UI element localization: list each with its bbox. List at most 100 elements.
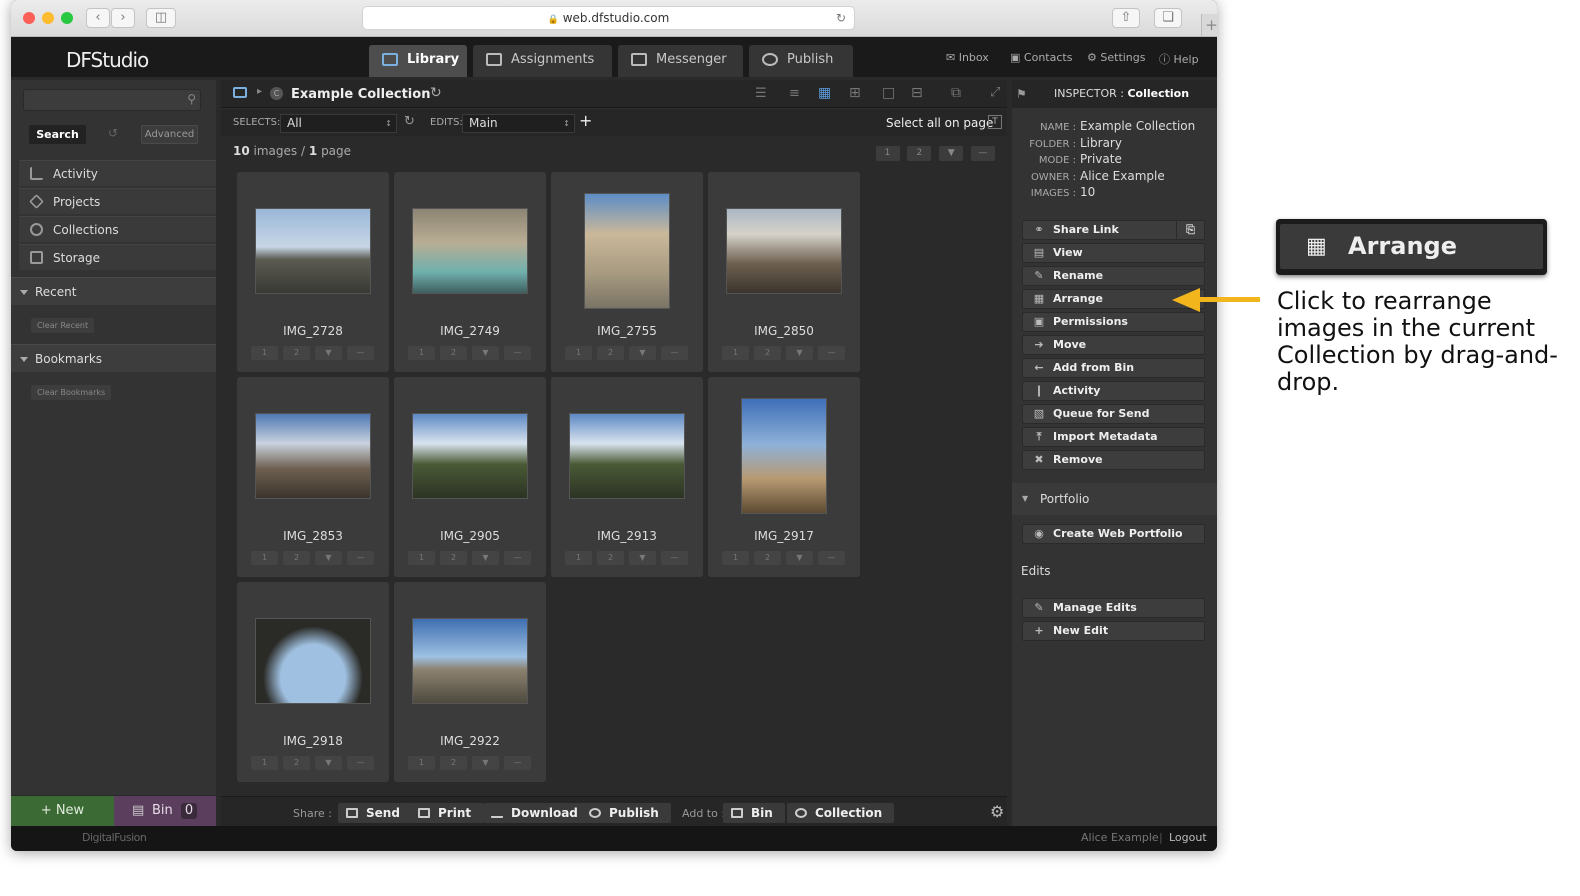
portfolio-section-header[interactable]: ▼ Portfolio — [1012, 483, 1217, 515]
add-to-bin-button[interactable]: Bin — [723, 803, 785, 823]
rate-1-button[interactable]: 1 — [408, 756, 435, 770]
image-thumbnail[interactable] — [741, 398, 827, 514]
reload-icon[interactable]: ↻ — [836, 7, 846, 29]
thumbs-down-icon[interactable]: ▼ — [315, 346, 342, 360]
bin-button[interactable]: ▤ Bin 0 — [114, 796, 216, 826]
clear-rating-button[interactable]: — — [504, 756, 531, 770]
sidebar-item-storage[interactable]: Storage — [19, 244, 216, 270]
clear-rating-button[interactable]: — — [661, 551, 688, 565]
rate-1-button[interactable]: 1 — [251, 346, 278, 360]
remove-button[interactable]: ✖ Remove — [1022, 450, 1205, 470]
rate-1-button[interactable]: 1 — [722, 551, 749, 565]
address-bar[interactable]: 🔒 web.dfstudio.com ↻ — [362, 6, 855, 30]
bookmarks-section-header[interactable]: Bookmarks — [11, 344, 216, 372]
text-toggle-icon[interactable]: T — [988, 115, 1002, 129]
search-input[interactable]: ⚲ — [23, 89, 201, 111]
inbox-link[interactable]: ✉ Inbox — [946, 51, 989, 64]
tabs-icon[interactable]: ❏ — [1154, 8, 1182, 28]
image-card[interactable]: IMG_2922 1 2 ▼ — — [394, 582, 546, 782]
image-thumbnail[interactable] — [255, 413, 371, 499]
single-view-icon[interactable]: □ — [882, 85, 895, 101]
rate-2-button[interactable]: 2 — [597, 346, 624, 360]
sidebar-item-projects[interactable]: Projects — [19, 188, 216, 214]
image-thumbnail[interactable] — [255, 208, 371, 294]
thumbs-down-icon[interactable]: ▼ — [315, 551, 342, 565]
tab-messenger[interactable]: Messenger — [618, 45, 743, 77]
rate-1-button[interactable]: 1 — [565, 551, 592, 565]
thumbs-down-icon[interactable]: ▼ — [315, 756, 342, 770]
thumbs-down-icon[interactable]: ▼ — [786, 551, 813, 565]
queue-for-send-button[interactable]: ▧ Queue for Send — [1022, 404, 1205, 424]
rate-1-button[interactable]: 1 — [408, 346, 435, 360]
activity-button[interactable]: ❙ Activity — [1022, 381, 1205, 401]
selects-dropdown[interactable]: All ↕ — [280, 114, 397, 133]
rate-2-button[interactable]: 2 — [754, 551, 781, 565]
settings-link[interactable]: ⚙ Settings — [1087, 51, 1146, 64]
advanced-search-button[interactable]: Advanced — [141, 125, 198, 144]
rate-2-button[interactable]: 2 — [283, 346, 310, 360]
rate-2-button[interactable]: 2 — [440, 346, 467, 360]
compare-view-icon[interactable]: ⊟ — [911, 85, 923, 101]
view-button[interactable]: ▤ View — [1022, 243, 1205, 263]
sidebar-toggle-icon[interactable]: ◫ — [146, 8, 176, 28]
library-icon[interactable] — [233, 87, 247, 98]
image-thumbnail[interactable] — [584, 193, 670, 309]
publish-button[interactable]: Publish — [581, 803, 671, 823]
thumbs-down-icon[interactable]: ▼ — [786, 346, 813, 360]
minimize-window-icon[interactable] — [42, 12, 54, 24]
image-thumbnail[interactable] — [726, 208, 842, 294]
thumbs-down-icon[interactable]: ▼ — [629, 346, 656, 360]
gear-icon[interactable]: ⚙ — [990, 802, 1004, 821]
sidebar-item-activity[interactable]: Activity — [19, 160, 216, 186]
rate-2-button[interactable]: 2 — [283, 551, 310, 565]
image-card[interactable]: IMG_2918 1 2 ▼ — — [237, 582, 389, 782]
image-card[interactable]: IMG_2728 1 2 ▼ — — [237, 172, 389, 372]
close-window-icon[interactable] — [23, 12, 35, 24]
rate-2-button[interactable]: 2 — [597, 551, 624, 565]
clear-rating-button[interactable]: — — [818, 551, 845, 565]
download-button[interactable]: Download — [483, 803, 590, 823]
rate-2-button[interactable]: 2 — [754, 346, 781, 360]
rate-2-button[interactable]: 2 — [440, 551, 467, 565]
new-edit-button[interactable]: + New Edit — [1022, 621, 1205, 641]
bookmark-icon[interactable]: ⚑ — [1016, 80, 1027, 108]
detail-view-icon[interactable]: ≡ — [789, 86, 800, 101]
logout-link[interactable]: Logout — [1169, 831, 1207, 844]
tab-assignments[interactable]: Assignments — [473, 45, 612, 77]
list-view-icon[interactable]: ☰ — [755, 86, 767, 101]
clear-rating-button[interactable]: — — [347, 346, 374, 360]
image-card[interactable]: IMG_2853 1 2 ▼ — — [237, 377, 389, 577]
clear-rating-button[interactable]: — — [504, 346, 531, 360]
back-icon[interactable]: ‹ — [86, 8, 110, 28]
edits-dropdown[interactable]: Main ↕ — [462, 114, 575, 133]
tab-library[interactable]: Library — [369, 45, 467, 77]
rate-1-button[interactable]: 1 — [875, 146, 900, 161]
rate-1-button[interactable]: 1 — [251, 756, 278, 770]
share-icon[interactable]: ⇧ — [1112, 8, 1140, 28]
rate-1-button[interactable]: 1 — [408, 551, 435, 565]
move-button[interactable]: ➔ Move — [1022, 335, 1205, 355]
image-card[interactable]: IMG_2905 1 2 ▼ — — [394, 377, 546, 577]
forward-icon[interactable]: › — [111, 8, 135, 28]
image-card[interactable]: IMG_2755 1 2 ▼ — — [551, 172, 703, 372]
sidebar-item-collections[interactable]: Collections — [19, 216, 216, 242]
image-card[interactable]: IMG_2749 1 2 ▼ — — [394, 172, 546, 372]
rate-2-button[interactable]: 2 — [440, 756, 467, 770]
thumbs-down-icon[interactable]: ▼ — [472, 756, 499, 770]
image-card[interactable]: IMG_2850 1 2 ▼ — — [708, 172, 860, 372]
overlay-view-icon[interactable]: ⧉ — [951, 85, 961, 101]
send-button[interactable]: Send — [338, 803, 412, 823]
search-button[interactable]: Search — [29, 125, 86, 144]
thumbs-down-icon[interactable]: ▼ — [472, 346, 499, 360]
add-to-collection-button[interactable]: Collection — [787, 803, 895, 823]
reset-icon[interactable]: ↺ — [108, 126, 118, 140]
help-link[interactable]: ⓘ Help — [1159, 51, 1199, 67]
add-edit-icon[interactable]: + — [579, 111, 592, 130]
rate-1-button[interactable]: 1 — [251, 551, 278, 565]
new-button[interactable]: + New — [11, 796, 114, 826]
clear-bookmarks-button[interactable]: Clear Bookmarks — [31, 385, 112, 400]
grid-small-view-icon[interactable]: ▦ — [818, 85, 831, 101]
zoom-window-icon[interactable] — [61, 12, 73, 24]
clear-recent-button[interactable]: Clear Recent — [31, 318, 95, 333]
clear-rating-button[interactable]: — — [504, 551, 531, 565]
